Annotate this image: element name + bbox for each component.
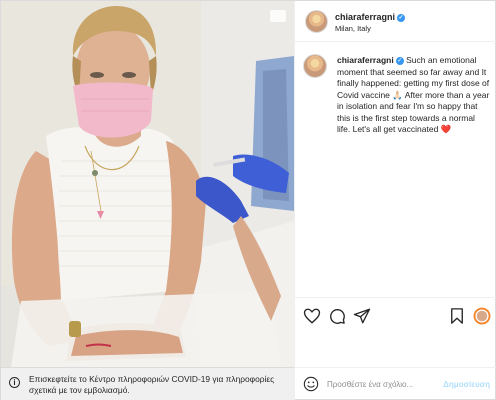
post-comment-button[interactable]: Δημοσίευση <box>443 380 490 389</box>
location[interactable]: Milan, Italy <box>335 24 371 33</box>
post-sidebar: chiaraferragni ✓ Milan, Italy chiaraferra… <box>294 1 496 400</box>
username[interactable]: chiaraferragni ✓ <box>335 12 406 22</box>
action-bar <box>295 297 496 333</box>
covid-info-text: Επισκεφτείτε το Κέντρο πληροφοριών COVID… <box>29 374 275 395</box>
covid-info-bar[interactable]: i Επισκεφτείτε το Κέντρο πληροφοριών COV… <box>1 367 294 400</box>
post-header: chiaraferragni ✓ Milan, Italy <box>295 1 496 42</box>
post-photo[interactable] <box>1 1 294 367</box>
heart-emoji: ❤️ <box>440 124 452 134</box>
comment-input[interactable] <box>327 379 444 389</box>
instagram-post: i Επισκεφτείτε το Κέντρο πληροφοριών COV… <box>0 0 496 400</box>
caption: chiaraferragni ✓ Such an emotional moment… <box>295 42 496 136</box>
caption-avatar[interactable] <box>303 54 327 78</box>
avatar[interactable] <box>305 10 328 33</box>
bookmark-icon[interactable] <box>448 307 466 325</box>
caption-username[interactable]: chiaraferragni <box>337 55 394 65</box>
comment-bar: Δημοσίευση <box>295 367 496 400</box>
verified-badge-icon: ✓ <box>397 14 406 22</box>
comment-icon[interactable] <box>328 307 346 325</box>
story-ring-icon[interactable] <box>473 307 491 325</box>
info-icon: i <box>9 377 20 388</box>
caption-text: chiaraferragni ✓ Such an emotional moment… <box>337 55 490 136</box>
emoji-icon[interactable] <box>303 376 319 392</box>
share-icon[interactable] <box>353 307 371 325</box>
vaccination-photo <box>1 1 294 367</box>
username-text[interactable]: chiaraferragni <box>335 12 395 22</box>
caption-body: Such an emotional moment that seemed so … <box>337 55 490 134</box>
caption-verified-badge-icon: ✓ <box>395 57 404 65</box>
heart-icon[interactable] <box>303 307 321 325</box>
